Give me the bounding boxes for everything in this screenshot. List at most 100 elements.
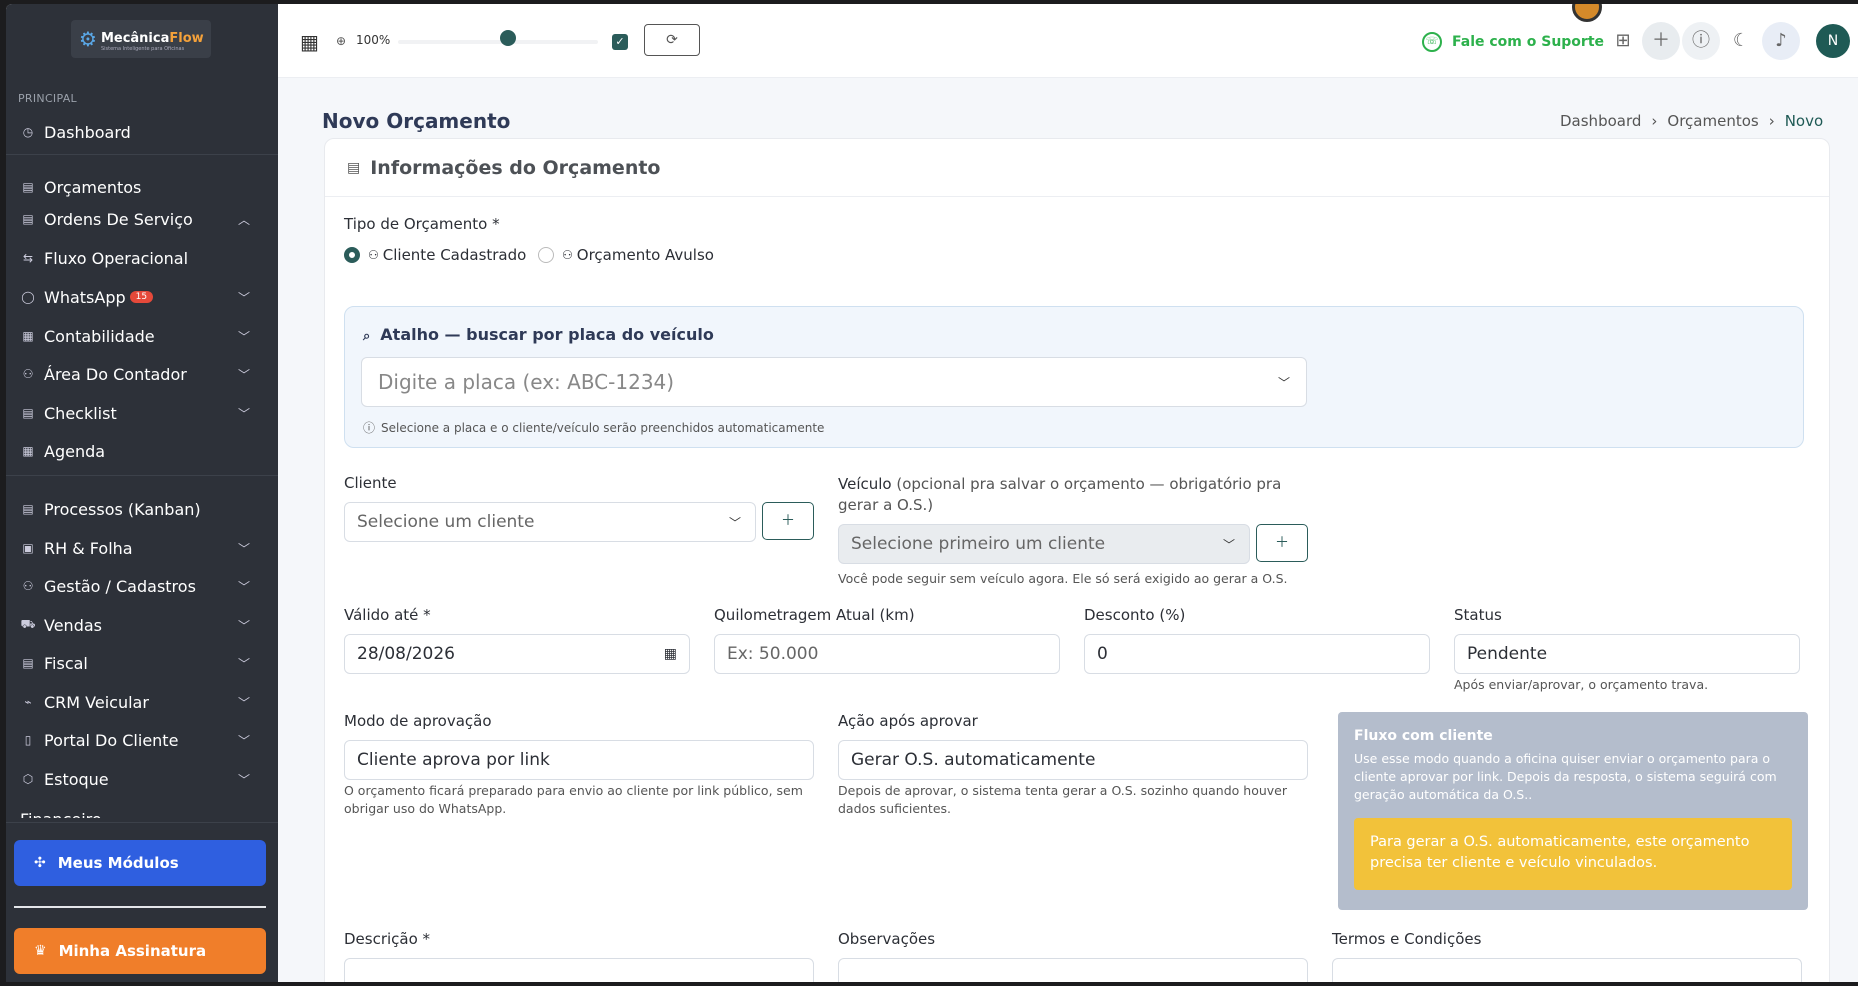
mileage-input[interactable]: Ex: 50.000 xyxy=(714,634,1060,674)
cart-icon: ⛟ xyxy=(20,617,36,631)
phone-icon: ▯ xyxy=(24,733,32,747)
sidebar-item-fiscal[interactable]: ▤ Fiscal ﹀ xyxy=(6,646,278,680)
plate-search-select[interactable]: Digite a placa (ex: ABC-1234) ﹀ xyxy=(361,357,1307,407)
sidebar-item-vendas[interactable]: ⛟ Vendas ﹀ xyxy=(6,608,278,642)
chevron-down-icon: ﹀ xyxy=(1277,375,1290,390)
approval-mode-label: Modo de aprovação xyxy=(344,712,492,730)
vehicle-help: Você pode seguir sem veículo agora. Ele … xyxy=(838,571,1288,586)
bell-icon: ♪ xyxy=(1775,30,1787,51)
sidebar-divider xyxy=(6,154,278,155)
topbar: ▦ ⊕ 100% ✓ ⟳ ☏ Fale com o Suporte ⊞ ＋ ⓘ ☾… xyxy=(278,4,1858,78)
info-icon: ⓘ xyxy=(363,421,376,435)
discount-label: Desconto (%) xyxy=(1084,606,1186,624)
sidebar-item-financeiro[interactable]: Financeiro xyxy=(20,810,140,818)
brand-name: MecânicaFlow xyxy=(100,30,204,46)
gear-logo-icon: ⚙ xyxy=(79,27,97,51)
modules-button[interactable]: ⊞ xyxy=(1604,22,1642,60)
after-approve-help: Depois de aprovar, o sistema tenta gerar… xyxy=(838,783,1288,816)
sidebar-item-whatsapp[interactable]: ◯ WhatsApp 15 ﹀ xyxy=(6,280,278,314)
sidebar-item-processos[interactable]: ▤ Processos (Kanban) xyxy=(6,492,278,526)
description-label: Descrição * xyxy=(344,930,431,948)
zoom-slider-handle[interactable] xyxy=(500,30,516,46)
after-approve-select[interactable]: Gerar O.S. automaticamente xyxy=(838,740,1308,780)
reset-zoom-button[interactable]: ⟳ xyxy=(644,24,700,56)
flow-warning: Para gerar a O.S. automaticamente, este … xyxy=(1354,818,1792,890)
flow-icon: ⇆ xyxy=(22,251,34,265)
client-label: Cliente xyxy=(344,474,397,492)
sidebar-item-contabilidade[interactable]: ▦ Contabilidade ﹀ xyxy=(6,319,278,353)
info-button[interactable]: ⓘ xyxy=(1682,22,1720,60)
support-link[interactable]: ☏ Fale com o Suporte xyxy=(1422,32,1604,52)
radio-unselected[interactable] xyxy=(538,247,554,263)
sidebar-item-gestao-cadastros[interactable]: ⚇ Gestão / Cadastros ﹀ xyxy=(6,569,278,603)
brand-logo[interactable]: ⚙ MecânicaFlow Sistema Inteligente para … xyxy=(71,20,211,58)
sidebar-item-ordens-servico[interactable]: ▤ Ordens De Serviço ︿ xyxy=(6,202,278,236)
zoom-lock-checkbox[interactable]: ✓ xyxy=(612,34,628,50)
valid-until-label: Válido até * xyxy=(344,606,431,624)
chevron-up-icon: ︿ xyxy=(237,212,250,227)
notifications-button[interactable]: ♪ xyxy=(1762,22,1800,60)
valid-until-input[interactable]: 28/08/2026 ▦ xyxy=(344,634,690,674)
card-header: ▤ Informações do Orçamento xyxy=(325,139,1829,197)
sidebar-item-crm-veicular[interactable]: ⌁ CRM Veicular ﹀ xyxy=(6,685,278,719)
search-icon: ⌕ xyxy=(363,329,371,344)
client-select[interactable]: Selecione um cliente ﹀ xyxy=(344,502,756,542)
user-check-icon: ⚇ xyxy=(22,367,34,381)
document-icon: ▤ xyxy=(347,159,361,176)
radio-selected[interactable] xyxy=(344,247,360,263)
vehicle-select[interactable]: Selecione primeiro um cliente ﹀ xyxy=(838,524,1250,564)
terms-input[interactable] xyxy=(1332,958,1802,982)
breadcrumb-orcamentos[interactable]: Orçamentos xyxy=(1667,112,1758,130)
user-avatar[interactable]: N xyxy=(1816,24,1850,58)
sidebar-item-area-contador[interactable]: ⚇ Área Do Contador ﹀ xyxy=(6,357,278,391)
sidebar-item-estoque[interactable]: ⬡ Estoque ﹀ xyxy=(6,762,278,796)
refresh-icon: ⟳ xyxy=(666,32,678,48)
status-help: Após enviar/aprovar, o orçamento trava. xyxy=(1454,677,1709,692)
breadcrumb-dashboard[interactable]: Dashboard xyxy=(1560,112,1641,130)
sidebar-divider xyxy=(6,822,278,823)
dashboard-icon: ◷ xyxy=(22,125,34,139)
radio-standalone-budget[interactable]: ⚇ Orçamento Avulso xyxy=(538,246,714,264)
sidebar-divider xyxy=(14,906,266,908)
approval-help: O orçamento ficará preparado para envio … xyxy=(344,783,803,816)
quick-add-button[interactable]: ＋ xyxy=(1642,22,1680,60)
calendar-icon: ▦ xyxy=(22,444,34,458)
flow-text: Use esse modo quando a oficina quiser en… xyxy=(1354,751,1777,802)
description-input[interactable] xyxy=(344,958,814,982)
zoom-slider-track[interactable] xyxy=(398,40,598,44)
document-icon: ▤ xyxy=(22,180,34,194)
sidebar-item-dashboard[interactable]: ◷ Dashboard xyxy=(6,115,278,149)
calendar-icon[interactable]: ▦ xyxy=(664,646,677,662)
status-field[interactable]: Pendente xyxy=(1454,634,1800,674)
observations-label: Observações xyxy=(838,930,936,948)
my-subscription-button[interactable]: ♛ Minha Assinatura xyxy=(14,928,266,974)
plate-shortcut-panel: ⌕ Atalho — buscar por placa do veículo Di… xyxy=(344,306,1804,448)
radio-registered-client[interactable]: ⚇ Cliente Cadastrado xyxy=(344,246,526,264)
apps-grid-icon[interactable]: ▦ xyxy=(300,30,319,54)
after-approve-label: Ação após aprovar xyxy=(838,712,978,730)
sidebar-item-agenda[interactable]: ▦ Agenda xyxy=(6,434,278,468)
breadcrumb: Dashboard › Orçamentos › Novo xyxy=(1560,112,1823,130)
add-vehicle-button[interactable]: ＋ xyxy=(1256,524,1308,562)
observations-input[interactable] xyxy=(838,958,1308,982)
id-card-icon: ▣ xyxy=(22,541,34,555)
chevron-down-icon: ﹀ xyxy=(1222,537,1235,552)
plus-icon: ＋ xyxy=(781,513,795,529)
sidebar-item-portal-cliente[interactable]: ▯ Portal Do Cliente ﹀ xyxy=(6,723,278,757)
users-icon: ⚇ xyxy=(368,248,379,262)
chevron-down-icon: ﹀ xyxy=(237,406,250,421)
sidebar-item-checklist[interactable]: ▤ Checklist ﹀ xyxy=(6,396,278,430)
chevron-down-icon: ﹀ xyxy=(237,367,250,382)
sidebar-divider xyxy=(6,475,278,476)
info-icon: ⓘ xyxy=(1692,30,1710,51)
brand-tagline: Sistema Inteligente para Oficinas xyxy=(100,45,185,52)
discount-input[interactable]: 0 xyxy=(1084,634,1430,674)
shortcut-title: ⌕ Atalho — buscar por placa do veículo xyxy=(363,325,714,344)
approval-mode-select[interactable]: Cliente aprova por link xyxy=(344,740,814,780)
theme-toggle-button[interactable]: ☾ xyxy=(1722,22,1760,60)
add-client-button[interactable]: ＋ xyxy=(762,502,814,540)
my-modules-button[interactable]: ✣ Meus Módulos xyxy=(14,840,266,886)
sidebar-item-orcamentos[interactable]: ▤ Orçamentos xyxy=(6,170,278,204)
sidebar-item-fluxo-operacional[interactable]: ⇆ Fluxo Operacional xyxy=(6,241,278,275)
sidebar-item-rh-folha[interactable]: ▣ RH & Folha ﹀ xyxy=(6,531,278,565)
